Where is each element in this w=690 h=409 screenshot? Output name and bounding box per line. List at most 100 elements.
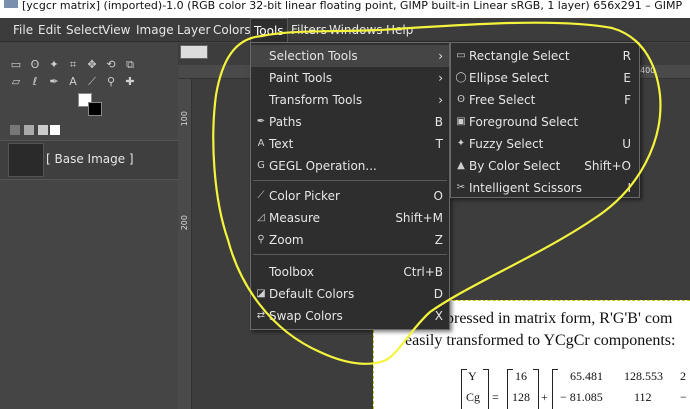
submenu-arrow-icon: › bbox=[438, 71, 443, 85]
rectangle-select-icon: ▭ bbox=[456, 50, 466, 61]
zoom-icon: ⚲ bbox=[257, 234, 265, 245]
ellipse-select-icon: ◯ bbox=[455, 72, 467, 83]
menu-item-foreground-select[interactable]: ▣ Foreground Select bbox=[451, 111, 639, 133]
matrix-cell: − bbox=[680, 390, 687, 404]
menu-edit[interactable]: Edit bbox=[35, 18, 64, 42]
submenu-arrow-icon: › bbox=[438, 93, 443, 107]
menu-windows[interactable]: Windows bbox=[326, 18, 386, 42]
gradient-preview[interactable] bbox=[38, 125, 48, 135]
default-colors-icon: ◪ bbox=[256, 288, 266, 299]
menubar: File Edit Select View Image Layer Colors… bbox=[0, 18, 690, 42]
text-icon: A bbox=[257, 138, 265, 149]
menu-item-text[interactable]: A Text T bbox=[251, 133, 449, 155]
matrix-cell: 2 bbox=[680, 369, 686, 383]
eraser-tool-icon[interactable]: ▱ bbox=[9, 75, 23, 89]
free-select-icon: ʘ bbox=[457, 94, 465, 105]
menu-item-rectangle-select[interactable]: ▭ Rectangle Select R bbox=[451, 45, 639, 67]
clone-tool-icon[interactable]: ⧉ bbox=[123, 58, 137, 72]
zoom-tool-icon[interactable]: ⚲ bbox=[104, 75, 118, 89]
window-title: [ycgcr matrix] (imported)-1.0 (RGB color… bbox=[22, 0, 683, 12]
menu-tools[interactable]: Tools bbox=[250, 18, 288, 42]
color-picker-tool-icon[interactable]: ⟋ bbox=[85, 75, 99, 89]
menu-item-swap-colors[interactable]: ⇄ Swap Colors X bbox=[251, 305, 449, 327]
menu-item-selection-tools[interactable]: Selection Tools › bbox=[251, 45, 449, 67]
image-preview[interactable] bbox=[50, 125, 60, 135]
matrix-bracket bbox=[483, 369, 489, 409]
move-tool-icon[interactable]: ✚ bbox=[123, 75, 137, 89]
menu-item-toolbox[interactable]: Toolbox Ctrl+B bbox=[251, 261, 449, 283]
scissors-icon: ✂ bbox=[456, 182, 466, 193]
pattern-preview[interactable] bbox=[24, 125, 34, 135]
layer-name[interactable]: [ Base Image ] bbox=[46, 152, 134, 166]
matrix-cell: 65.481 bbox=[570, 369, 603, 383]
submenu-arrow-icon: › bbox=[438, 49, 443, 63]
matrix-plus: + bbox=[541, 390, 548, 404]
fuzzy-select-icon: ✦ bbox=[456, 138, 466, 149]
lasso-tool-icon[interactable]: ʘ bbox=[28, 58, 42, 72]
matrix-cell: Y bbox=[468, 369, 477, 383]
menu-help[interactable]: Help bbox=[383, 18, 416, 42]
fuzzy-select-tool-icon[interactable]: ✦ bbox=[47, 58, 61, 72]
color-picker-icon: ⟋ bbox=[257, 190, 265, 201]
rectangle-select-tool-icon[interactable]: ▭ bbox=[9, 58, 23, 72]
menu-item-paint-tools[interactable]: Paint Tools › bbox=[251, 67, 449, 89]
document-text-line: pressed in matrix form, R'G'B' com bbox=[446, 310, 673, 327]
layers-panel: [ Base Image ] bbox=[0, 140, 178, 180]
paths-tool-icon[interactable]: ✒ bbox=[47, 75, 61, 89]
foreground-select-icon: ▣ bbox=[456, 116, 466, 127]
menu-file[interactable]: File bbox=[10, 18, 36, 42]
matrix-cell: 128 bbox=[512, 390, 530, 404]
menu-item-ellipse-select[interactable]: ◯ Ellipse Select E bbox=[451, 67, 639, 89]
menu-item-by-color-select[interactable]: ▲ By Color Select Shift+O bbox=[451, 155, 639, 177]
matrix-cell: 112 bbox=[634, 390, 652, 404]
background-color-swatch[interactable] bbox=[88, 102, 102, 116]
matrix-cell: Cg bbox=[466, 390, 481, 404]
menu-item-gegl-operation[interactable]: G GEGL Operation... bbox=[251, 155, 449, 177]
menu-view[interactable]: View bbox=[99, 18, 133, 42]
menu-separator bbox=[253, 180, 447, 181]
warp-tool-icon[interactable]: ⟲ bbox=[104, 58, 118, 72]
toolbox-panel: ▭ ʘ ✦ ⌗ ✥ ⟲ ⧉ ▱ ℓ ✒ A ⟋ ⚲ ✚ bbox=[0, 43, 178, 409]
document-text-line: easily transformed to YCgCr components: bbox=[405, 332, 676, 349]
menu-filters[interactable]: Filters bbox=[288, 18, 330, 42]
crop-tool-icon[interactable]: ⌗ bbox=[66, 58, 80, 72]
ruler-label: 100 bbox=[180, 111, 189, 127]
app-icon bbox=[4, 0, 18, 8]
measure-icon: ◿ bbox=[257, 212, 265, 223]
matrix-bracket bbox=[533, 369, 539, 409]
menu-colors[interactable]: Colors bbox=[210, 18, 254, 42]
paths-icon: ✒ bbox=[256, 116, 266, 127]
smudge-tool-icon[interactable]: ℓ bbox=[28, 75, 42, 89]
unified-transform-tool-icon[interactable]: ✥ bbox=[85, 58, 99, 72]
menu-item-default-colors[interactable]: ◪ Default Colors D bbox=[251, 283, 449, 305]
menu-item-paths[interactable]: ✒ Paths B bbox=[251, 111, 449, 133]
ruler-label: 200 bbox=[180, 215, 189, 231]
menu-item-color-picker[interactable]: ⟋ Color Picker O bbox=[251, 185, 449, 207]
brush-preview[interactable] bbox=[10, 125, 20, 135]
text-tool-icon[interactable]: A bbox=[66, 75, 80, 89]
matrix-cell: 16 bbox=[515, 369, 527, 383]
ruler-vertical: 100 200 bbox=[178, 79, 192, 409]
swap-colors-icon: ⇄ bbox=[256, 310, 266, 321]
menu-layer[interactable]: Layer bbox=[174, 18, 213, 42]
image-tab-thumbnail[interactable] bbox=[180, 45, 208, 59]
menu-item-measure[interactable]: ◿ Measure Shift+M bbox=[251, 207, 449, 229]
ruler-label: 400 bbox=[640, 66, 656, 75]
menu-item-transform-tools[interactable]: Transform Tools › bbox=[251, 89, 449, 111]
menu-item-zoom[interactable]: ⚲ Zoom Z bbox=[251, 229, 449, 251]
menu-image[interactable]: Image bbox=[133, 18, 177, 42]
menu-item-intelligent-scissors[interactable]: ✂ Intelligent Scissors I bbox=[451, 177, 639, 199]
matrix-bracket bbox=[552, 369, 558, 409]
matrix-cell: − 81.085 bbox=[560, 390, 603, 404]
window-titlebar: [ycgcr matrix] (imported)-1.0 (RGB color… bbox=[0, 0, 690, 18]
by-color-select-icon: ▲ bbox=[457, 160, 465, 171]
layer-thumbnail[interactable] bbox=[8, 143, 44, 177]
selection-tools-submenu: ▭ Rectangle Select R ◯ Ellipse Select E … bbox=[450, 42, 640, 198]
matrix-equals: = bbox=[492, 390, 499, 404]
gegl-icon: G bbox=[257, 160, 265, 171]
menu-item-fuzzy-select[interactable]: ✦ Fuzzy Select U bbox=[451, 133, 639, 155]
tools-menu: Selection Tools › Paint Tools › Transfor… bbox=[250, 42, 450, 330]
menu-separator bbox=[253, 254, 447, 255]
menu-item-free-select[interactable]: ʘ Free Select F bbox=[451, 89, 639, 111]
matrix-cell: 128.553 bbox=[624, 369, 663, 383]
